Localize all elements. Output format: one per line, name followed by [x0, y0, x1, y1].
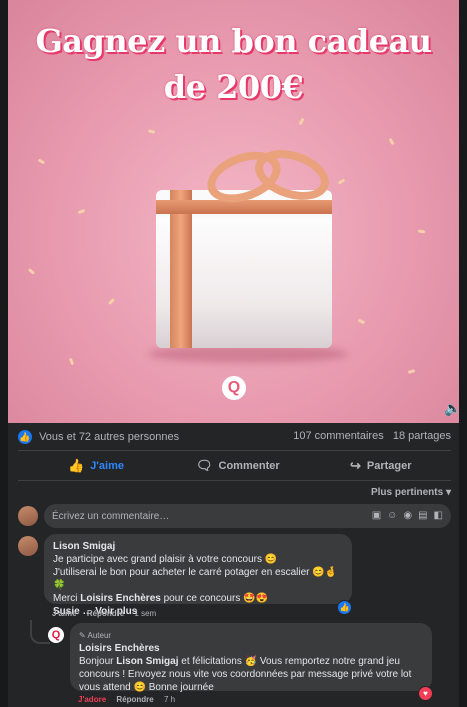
confetti	[107, 297, 116, 306]
emoji-icon[interactable]: ☺	[387, 510, 397, 521]
reply-text: Bonjour Lison Smigaj et félicitations 🥳 …	[79, 656, 412, 693]
divider	[18, 480, 451, 481]
comment-line: J'utiliserai le bon pour acheter le carr…	[53, 567, 338, 591]
divider	[18, 450, 451, 451]
reaction-summary: 👍 Vous et 72 autres personnes 107 commen…	[18, 430, 451, 446]
shares-count[interactable]: 18 partages	[393, 430, 451, 442]
post-image[interactable]: Gagnez un bon cadeau de 200€ Q 🔈	[8, 0, 459, 423]
confetti	[337, 178, 346, 185]
camera-icon[interactable]: ◉	[403, 510, 412, 521]
comments-count[interactable]: 107 commentaires	[293, 430, 384, 442]
reply-time[interactable]: 7 h	[164, 695, 175, 704]
brand-logo: Q	[222, 376, 246, 400]
like-reaction-icon: 👍	[18, 430, 32, 444]
comment-reply-link[interactable]: Répondre	[87, 609, 124, 618]
share-label: Partager	[366, 460, 412, 472]
left-edge	[0, 0, 8, 707]
sound-icon[interactable]: 🔈	[444, 400, 459, 416]
confetti	[417, 229, 426, 234]
chevron-down-icon: ▾	[445, 487, 451, 498]
gift-box	[156, 141, 336, 350]
comment-like-link[interactable]: J'aime	[52, 609, 77, 618]
author-badge: ✎ Auteur	[79, 631, 112, 640]
comment-line: Merci Loisirs Enchères pour ce concours …	[53, 593, 268, 604]
thumbs-up-icon: 👍	[68, 458, 85, 473]
pencil-icon: ✎	[79, 631, 86, 640]
confetti	[298, 117, 305, 126]
like-button[interactable]: 👍 J'aime	[68, 456, 124, 476]
heart-badge-icon[interactable]: ♥	[418, 686, 433, 701]
reply-author[interactable]: Loisirs Enchères	[79, 642, 423, 655]
share-icon: ↪	[350, 458, 361, 473]
confetti	[357, 318, 366, 325]
sort-dropdown[interactable]: Plus pertinents ▾	[371, 487, 451, 498]
sort-label: Plus pertinents	[370, 487, 444, 498]
headline-line-2: de 200€	[163, 68, 304, 106]
reaction-count[interactable]: Vous et 72 autres personnes	[39, 431, 179, 443]
share-button[interactable]: ↪ Partager	[350, 456, 412, 476]
confetti	[77, 208, 86, 215]
reply-bubble: ✎ Auteur Loisirs Enchères Bonjour Lison …	[70, 623, 432, 693]
gif-icon[interactable]: ▤	[418, 510, 427, 521]
comment-meta: J'aime Répondre 1 sem	[52, 609, 156, 618]
confetti	[388, 137, 395, 146]
like-badge-icon[interactable]: 👍	[337, 600, 352, 615]
like-label: J'aime	[90, 460, 124, 472]
sticker-pack-icon[interactable]: ◧	[434, 510, 443, 521]
comment-placeholder: Écrivez un commentaire…	[52, 510, 170, 522]
confetti	[147, 129, 156, 134]
reply-reaction-link[interactable]: J'adore	[78, 695, 106, 704]
comment-label: Commenter	[218, 460, 280, 472]
confetti	[37, 158, 46, 165]
mention-link[interactable]: Lison Smigaj	[116, 656, 178, 667]
mention-link[interactable]: Loisirs Enchères	[80, 593, 161, 604]
comment-button[interactable]: 🗨 Commenter	[196, 456, 280, 476]
confetti	[68, 357, 75, 366]
confetti	[27, 268, 36, 275]
action-bar: 👍 J'aime 🗨 Commenter ↪ Partager	[18, 456, 451, 476]
comment-icon: 🗨	[196, 458, 213, 473]
comment-input[interactable]: Écrivez un commentaire… ▣ ☺ ◉ ▤ ◧	[44, 504, 451, 528]
page-avatar[interactable]: Q	[48, 627, 64, 643]
comment-bubble: Lison Smigaj Je participe avec grand pla…	[44, 534, 352, 617]
comment-author[interactable]: Lison Smigaj	[53, 540, 343, 553]
thread-line	[30, 620, 50, 644]
comment-line: Je participe avec grand plaisir à votre …	[53, 554, 278, 565]
right-edge	[459, 0, 467, 707]
reply-reply-link[interactable]: Répondre	[116, 695, 153, 704]
headline-line-1: Gagnez un bon cadeau	[35, 22, 432, 60]
commenter-avatar[interactable]	[18, 536, 38, 556]
comment-time[interactable]: 1 sem	[134, 609, 156, 618]
sticker-icon[interactable]: ▣	[372, 510, 381, 521]
confetti	[407, 369, 416, 374]
reply-meta: J'adore Répondre 7 h	[78, 695, 175, 704]
avatar[interactable]	[18, 506, 38, 526]
